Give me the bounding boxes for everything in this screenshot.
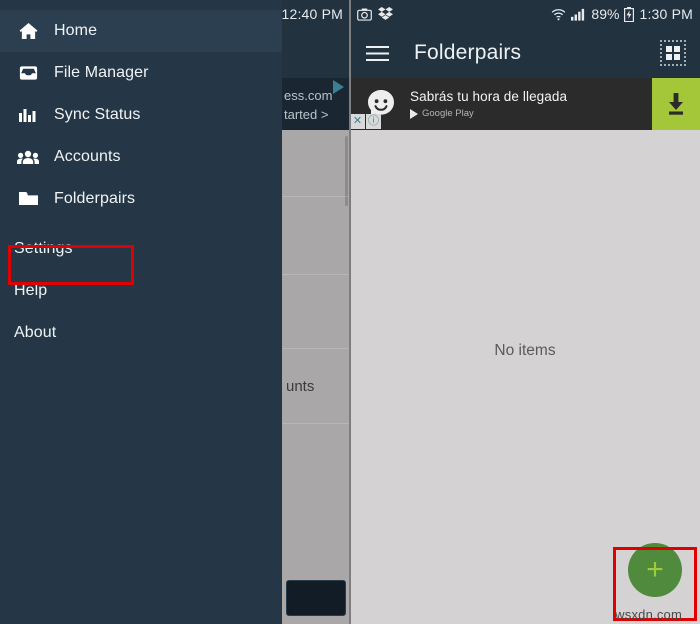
ad-close-icon[interactable]: ✕: [350, 114, 365, 129]
sidebar-item-settings[interactable]: Settings: [0, 228, 282, 270]
bar-chart-icon: [16, 103, 40, 127]
adchoices-triangle-icon: [333, 80, 344, 94]
inbox-icon: [16, 61, 40, 85]
sidebar-item-label: Sync Status: [54, 106, 141, 123]
grid-view-icon[interactable]: [660, 40, 686, 66]
left-bottom-card: [286, 580, 346, 616]
left-phone-screenshot: 82% 12:40 PM FolderSync: [0, 0, 350, 624]
sidebar-item-file-manager[interactable]: File Manager: [0, 52, 282, 94]
sidebar-item-label: Accounts: [54, 148, 121, 165]
google-play-icon: [410, 108, 418, 119]
drawer-secondary-items: Settings Help About: [0, 228, 282, 354]
sidebar-item-label: File Manager: [54, 64, 149, 81]
people-icon: [16, 145, 40, 169]
right-status-right: 89% 1:30 PM: [551, 6, 693, 22]
grid-cell: [674, 54, 680, 60]
left-ad-line1: ess.com: [284, 88, 333, 103]
ad-badges: ✕ ⓘ: [350, 114, 381, 129]
ad-text-block: Sabrás tu hora de llegada Google Play: [410, 89, 652, 119]
sidebar-item-label: Home: [54, 22, 98, 39]
left-partial-list-item: unts: [286, 378, 315, 395]
screenshot-icon: [357, 8, 372, 21]
sidebar-item-accounts[interactable]: Accounts: [0, 136, 282, 178]
sidebar-item-help[interactable]: Help: [0, 270, 282, 312]
sidebar-item-label: Settings: [14, 240, 73, 257]
ad-title: Sabrás tu hora de llegada: [410, 89, 568, 104]
clock-label: 12:40 PM: [281, 6, 343, 22]
right-phone-screenshot: 89% 1:30 PM Folderpairs No items Sabrás …: [350, 0, 700, 624]
folderpairs-content: No items Sabrás tu hora de llegada Googl…: [350, 78, 700, 624]
empty-state-message: No items: [494, 342, 556, 359]
right-app-bar: Folderpairs: [350, 28, 700, 78]
sidebar-item-label: About: [14, 324, 57, 341]
grid-cell: [666, 54, 672, 60]
right-app-title: Folderpairs: [414, 41, 522, 64]
drawer-primary-items: Home File Manager Sync Status Accounts F…: [0, 10, 282, 220]
hamburger-menu-icon[interactable]: [364, 40, 390, 66]
ad-info-icon[interactable]: ⓘ: [366, 114, 381, 129]
grid-cell: [666, 46, 672, 52]
left-ad-line2: tarted >: [284, 107, 329, 122]
right-status-icons: [357, 7, 393, 21]
add-folderpair-fab[interactable]: +: [628, 543, 682, 597]
dropbox-icon: [378, 7, 393, 21]
plus-icon: +: [646, 553, 664, 586]
grid-cell: [674, 46, 680, 52]
drawer-mid-spacer: [0, 220, 282, 228]
screenshot-divider: [349, 0, 351, 624]
folder-icon: [16, 187, 40, 211]
clock-label: 1:30 PM: [639, 6, 693, 22]
watermark-label: wsxdn.com: [615, 607, 682, 622]
battery-percent-label: 89%: [591, 6, 620, 22]
battery-icon: [624, 6, 635, 22]
ad-source-label: Google Play: [422, 108, 474, 119]
sidebar-item-home[interactable]: Home: [0, 10, 282, 52]
right-status-bar: 89% 1:30 PM: [350, 0, 700, 28]
sidebar-item-label: Folderpairs: [54, 190, 136, 207]
sidebar-item-folderpairs[interactable]: Folderpairs: [0, 178, 282, 220]
ad-source: Google Play: [410, 108, 652, 119]
grid-glyph: [666, 46, 680, 60]
ad-download-button[interactable]: [652, 78, 700, 130]
download-icon: [669, 93, 683, 115]
screenshot-root: 82% 12:40 PM FolderSync: [0, 0, 700, 624]
wifi-icon: [551, 8, 566, 21]
home-icon: [16, 19, 40, 43]
navigation-drawer: Home File Manager Sync Status Accounts F…: [0, 0, 282, 624]
ad-banner[interactable]: Sabrás tu hora de llegada Google Play: [350, 78, 700, 130]
sidebar-item-sync-status[interactable]: Sync Status: [0, 94, 282, 136]
drawer-top-spacer: [0, 0, 282, 10]
sidebar-item-label: Help: [14, 282, 48, 299]
signal-icon: [571, 8, 586, 21]
sidebar-item-about[interactable]: About: [0, 312, 282, 354]
